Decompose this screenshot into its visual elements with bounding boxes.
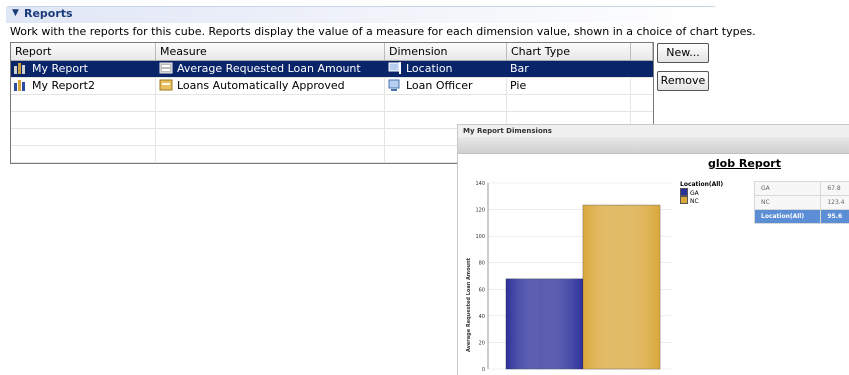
new-report-button[interactable]: New... — [657, 43, 709, 63]
popup-window-title: My Report Dimensions — [458, 125, 849, 137]
collapse-arrow-icon[interactable]: ▼ — [12, 8, 19, 18]
dimension-name: Location — [406, 62, 453, 75]
report-name: My Report — [32, 62, 88, 75]
measure-icon — [159, 62, 173, 74]
section-description: Work with the reports for this cube. Rep… — [10, 25, 756, 38]
table-row-empty — [11, 95, 653, 112]
column-header-filler — [631, 43, 653, 60]
section-title: Reports — [24, 7, 73, 20]
remove-report-button[interactable]: Remove — [657, 71, 709, 91]
column-header-dimension[interactable]: Dimension — [385, 43, 507, 60]
legend-title: Location(All) — [680, 181, 723, 188]
bar-chart-icon — [14, 62, 28, 74]
summary-row-total: Location(All)95.6 — [755, 210, 849, 224]
legend-item-nc: NC — [680, 196, 699, 205]
chart-type-cell: Pie — [507, 78, 631, 94]
dimension-icon — [388, 79, 402, 91]
reports-section-header[interactable]: ▼ Reports — [6, 6, 716, 23]
report-title: glob Report — [708, 157, 781, 170]
table-row[interactable]: My Report2 Loans Automatically Approved … — [11, 78, 653, 95]
table-header: Report Measure Dimension Chart Type — [11, 43, 653, 61]
y-tick-label: 40 — [479, 314, 485, 320]
y-tick-label: 140 — [475, 181, 485, 187]
legend-swatch — [680, 196, 688, 204]
measure-icon — [159, 79, 173, 91]
summary-row: GA67.8 — [755, 182, 849, 196]
dimension-icon — [388, 62, 402, 74]
bar-chart-icon — [14, 79, 28, 91]
y-tick-label: 60 — [479, 287, 485, 293]
bar-shading — [506, 279, 583, 369]
y-tick-label: 100 — [475, 234, 485, 240]
bar-shading — [583, 205, 660, 369]
chart-type-cell: Bar — [507, 61, 631, 77]
y-tick-label: 120 — [475, 208, 485, 214]
measure-name: Loans Automatically Approved — [177, 79, 345, 92]
measure-name: Average Requested Loan Amount — [177, 62, 361, 75]
bar-chart: Average Requested Loan Amount 0 20 40 60 80 1… — [458, 175, 673, 375]
column-header-chart-type[interactable]: Chart Type — [507, 43, 631, 60]
report-preview-window[interactable]: My Report Dimensions glob Report Average… — [457, 124, 849, 375]
table-row[interactable]: My Report Average Requested Loan Amount … — [11, 61, 653, 78]
column-header-report[interactable]: Report — [11, 43, 156, 60]
popup-toolbar — [458, 137, 849, 154]
y-axis-label: Average Requested Loan Amount — [466, 257, 472, 352]
summary-row: NC123.4 — [755, 196, 849, 210]
legend-swatch — [680, 188, 688, 196]
report-name: My Report2 — [32, 79, 95, 92]
y-tick-label: 0 — [482, 367, 485, 373]
summary-table: GA67.8 NC123.4 Location(All)95.6 — [754, 181, 849, 224]
dimension-name: Loan Officer — [406, 79, 473, 92]
y-tick-label: 80 — [479, 261, 485, 267]
column-header-measure[interactable]: Measure — [156, 43, 385, 60]
y-tick-label: 20 — [479, 340, 485, 346]
